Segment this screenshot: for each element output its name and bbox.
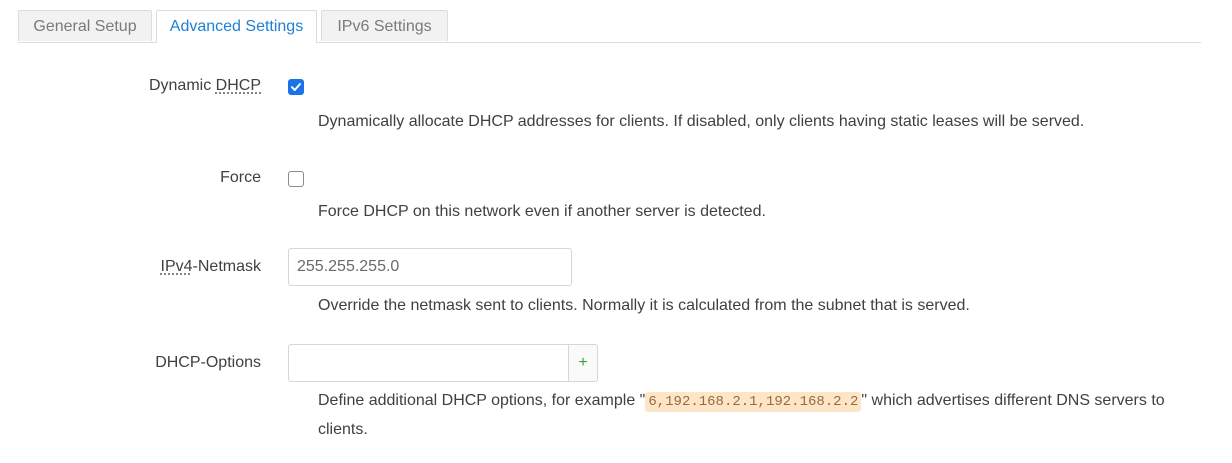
dhcp-options-description: Define additional DHCP options, for exam… <box>318 387 1198 443</box>
ipv4-netmask-label: IPv4-Netmask <box>161 258 261 276</box>
tab-ipv6-settings[interactable]: IPv6 Settings <box>321 10 448 41</box>
tab-general-setup[interactable]: General Setup <box>18 10 152 41</box>
dynamic-dhcp-description: Dynamically allocate DHCP addresses for … <box>318 113 1085 130</box>
force-checkbox[interactable] <box>288 171 304 187</box>
ipv4-netmask-description: Override the netmask sent to clients. No… <box>318 297 970 314</box>
add-dhcp-option-button[interactable]: + <box>568 344 598 382</box>
dynamic-dhcp-label: Dynamic DHCP <box>149 77 261 95</box>
tab-bar: General Setup Advanced Settings IPv6 Set… <box>18 10 1201 43</box>
ipv4-netmask-label-suffix: -Netmask <box>192 258 261 275</box>
dynamic-dhcp-checkbox[interactable] <box>288 79 304 95</box>
dhcp-options-input[interactable] <box>288 344 569 382</box>
dhcp-options-description-prefix: Define additional DHCP options, for exam… <box>318 392 646 409</box>
dynamic-dhcp-label-prefix: Dynamic <box>148 77 216 94</box>
force-description: Force DHCP on this network even if anoth… <box>318 203 766 220</box>
dhcp-abbreviation: DHCP <box>215 77 261 94</box>
ipv4-netmask-input[interactable]: 255.255.255.0 <box>288 248 572 286</box>
force-label: Force <box>220 169 261 186</box>
checkmark-icon <box>291 83 301 91</box>
dhcp-options-example-code: 6,192.168.2.1,192.168.2.2 <box>645 392 862 412</box>
dhcp-options-label: DHCP-Options <box>155 354 261 371</box>
tab-advanced-settings[interactable]: Advanced Settings <box>156 10 317 43</box>
ipv4-abbreviation: IPv4 <box>160 258 193 275</box>
